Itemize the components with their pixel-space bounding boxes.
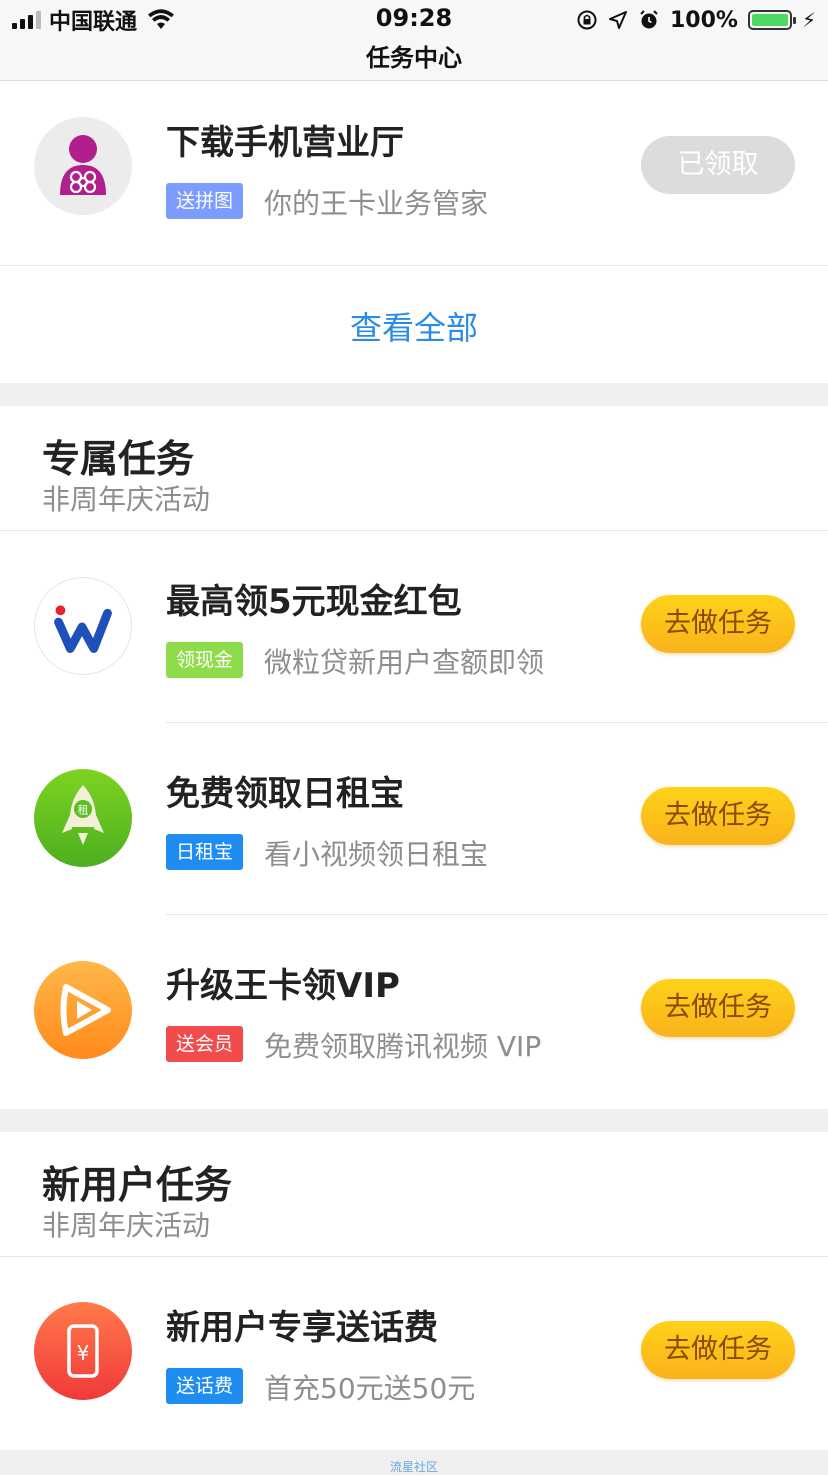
task-desc: 免费领取腾讯视频 VIP <box>264 1030 542 1063</box>
china-unicom-person-icon <box>34 117 132 215</box>
rocket-icon: 租 <box>34 769 132 867</box>
task-title: 下载手机营业厅 <box>166 123 404 163</box>
svg-text:租: 租 <box>78 804 89 817</box>
charging-bolt-icon: ⚡ <box>801 8 816 32</box>
section-title: 新用户任务 <box>42 1163 233 1207</box>
task-title: 免费领取日租宝 <box>166 774 404 814</box>
watermark: 流星社区 <box>389 1460 438 1474</box>
task-row-phone-credit[interactable]: ¥ 新用户专享送话费 送话费 首充50元送50元 去做任务 <box>0 1256 828 1448</box>
new-user-tasks-section: 新用户任务 非周年庆活动 ¥ 新用户专享送话费 送话费 首充50元送50元 去做… <box>0 1132 828 1450</box>
task-desc: 看小视频领日租宝 <box>264 838 489 871</box>
phone-yen-icon: ¥ <box>34 1302 132 1400</box>
task-tag: 领现金 <box>166 642 244 678</box>
do-task-button[interactable]: 去做任务 <box>641 979 795 1037</box>
section-title: 专属任务 <box>42 437 195 481</box>
task-tag: 送拼图 <box>166 183 244 219</box>
task-row-rizubao[interactable]: 租 免费领取日租宝 日租宝 看小视频领日租宝 去做任务 <box>0 722 828 914</box>
task-desc: 首充50元送50元 <box>264 1372 476 1405</box>
page-title: 任务中心 <box>366 44 462 72</box>
alarm-clock-icon <box>640 10 658 29</box>
do-task-button[interactable]: 去做任务 <box>641 787 795 845</box>
top-task-card: 下载手机营业厅 送拼图 你的王卡业务管家 已领取 查看全部 <box>0 81 828 383</box>
task-desc: 你的王卡业务管家 <box>264 187 489 220</box>
do-task-button[interactable]: 去做任务 <box>641 1321 795 1379</box>
section-subtitle: 非周年庆活动 <box>42 483 211 516</box>
task-tag: 送会员 <box>166 1026 244 1062</box>
exclusive-tasks-section: 专属任务 非周年庆活动 最高领5元现金红包 领现金 微粒贷新用户查额即领 去做任… <box>0 406 828 1109</box>
battery-icon <box>747 10 796 30</box>
svg-text:¥: ¥ <box>77 1341 90 1365</box>
task-title: 新用户专享送话费 <box>166 1308 438 1348</box>
rotation-lock-icon <box>577 10 597 30</box>
location-arrow-icon <box>608 11 627 29</box>
battery-percent: 100% <box>669 7 738 33</box>
divider <box>0 265 828 266</box>
task-row-download-app[interactable]: 下载手机营业厅 送拼图 你的王卡业务管家 已领取 <box>0 81 828 265</box>
view-all-link[interactable]: 查看全部 <box>0 303 828 349</box>
task-tag: 日租宝 <box>166 834 244 870</box>
claimed-button[interactable]: 已领取 <box>641 136 795 194</box>
do-task-button[interactable]: 去做任务 <box>641 595 795 653</box>
status-right: 100% ⚡ <box>576 6 816 34</box>
status-bar: 中国联通 09:28 100% ⚡ 任务中心 <box>0 0 828 81</box>
weilidai-w-icon <box>34 577 132 675</box>
task-row-vip[interactable]: 升级王卡领VIP 送会员 免费领取腾讯视频 VIP 去做任务 <box>0 914 828 1106</box>
tencent-video-play-icon <box>34 961 132 1059</box>
task-tag: 送话费 <box>166 1368 244 1404</box>
task-desc: 微粒贷新用户查额即领 <box>264 646 545 679</box>
task-title: 最高领5元现金红包 <box>166 582 462 622</box>
section-subtitle: 非周年庆活动 <box>42 1209 211 1242</box>
task-row-cash-redpacket[interactable]: 最高领5元现金红包 领现金 微粒贷新用户查额即领 去做任务 <box>0 530 828 722</box>
task-title: 升级王卡领VIP <box>166 966 400 1006</box>
